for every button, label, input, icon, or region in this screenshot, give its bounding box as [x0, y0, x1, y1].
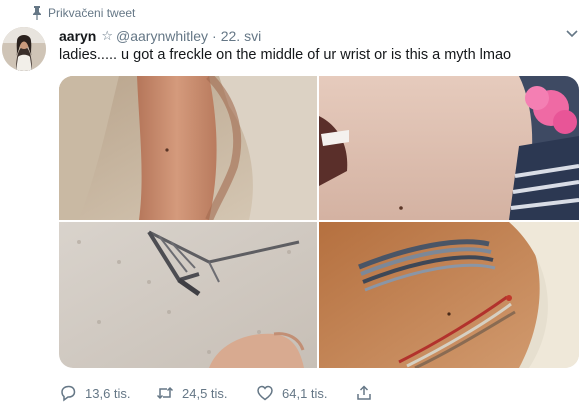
user-handle[interactable]: @aarynwhitley [116, 28, 208, 44]
retweet-button[interactable]: 24,5 tis. [156, 384, 228, 402]
photo-wrist-3[interactable] [59, 222, 317, 368]
chevron-down-icon[interactable] [566, 29, 578, 39]
like-button[interactable]: 64,1 tis. [256, 384, 328, 402]
media-grid[interactable] [59, 76, 579, 368]
photo-wrist-4[interactable] [319, 222, 579, 368]
reply-button[interactable]: 13,6 tis. [59, 384, 131, 402]
like-icon [257, 385, 273, 401]
pinned-label: Prikvačeni tweet [48, 6, 136, 20]
like-count: 64,1 tis. [282, 385, 328, 401]
separator-dot: · [212, 28, 217, 44]
tweet-timestamp[interactable]: 22. svi [221, 28, 261, 44]
share-icon [357, 385, 371, 400]
share-button[interactable] [355, 384, 381, 402]
photo-wrist-2[interactable] [319, 76, 579, 220]
tweet-actions: 13,6 tis. 24,5 tis. 64,1 tis. [59, 384, 399, 404]
tweet-header: aaryn ☆ @aarynwhitley · 22. svi [59, 27, 261, 45]
retweet-icon [156, 386, 174, 400]
pin-icon [33, 6, 41, 20]
tweet-text: ladies..... u got a freckle on the middl… [59, 47, 512, 63]
display-name[interactable]: aaryn [59, 28, 96, 44]
avatar[interactable] [2, 27, 46, 71]
retweet-count: 24,5 tis. [182, 385, 228, 401]
photo-wrist-1[interactable] [59, 76, 317, 220]
reply-icon [61, 385, 76, 402]
star-badge-icon: ☆ [101, 28, 114, 43]
reply-count: 13,6 tis. [85, 385, 131, 401]
